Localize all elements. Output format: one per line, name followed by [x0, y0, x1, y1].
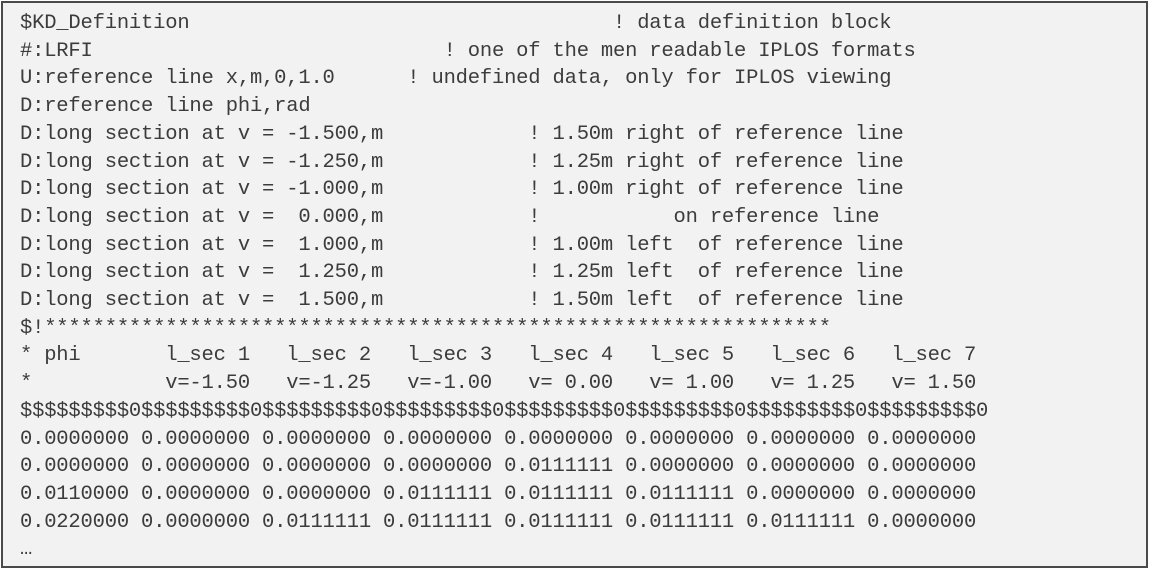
- code-line-format: #:LRFI ! one of the men readable IPLOS f…: [20, 39, 916, 63]
- code-line-long-section: D:long section at v = 1.500,m ! 1.50m le…: [20, 289, 904, 313]
- code-line-column-header: * phi l_sec 1 l_sec 2 l_sec 3 l_sec 4 l_…: [20, 344, 977, 368]
- code-line-data-row: 0.0000000 0.0000000 0.0000000 0.0000000 …: [20, 427, 977, 451]
- code-line-column-subheader: * v=-1.50 v=-1.25 v=-1.00 v= 0.00 v= 1.0…: [20, 372, 977, 396]
- code-line-separator: $!**************************************…: [20, 316, 831, 340]
- code-line-long-section: D:long section at v = -1.500,m ! 1.50m r…: [20, 122, 904, 146]
- code-line-undefined-data: U:reference line x,m,0,1.0 ! undefined d…: [20, 67, 892, 91]
- code-line-reference-phi: D:reference line phi,rad: [20, 95, 311, 119]
- code-line-long-section: D:long section at v = 1.250,m ! 1.25m le…: [20, 261, 904, 285]
- code-line-long-section: D:long section at v = -1.250,m ! 1.25m r…: [20, 150, 904, 174]
- code-line-long-section: D:long section at v = -1.000,m ! 1.00m r…: [20, 178, 904, 202]
- code-line-kd-definition: $KD_Definition ! data definition block: [20, 12, 892, 35]
- code-line-ellipsis: …: [20, 538, 33, 562]
- code-line-long-section: D:long section at v = 0.000,m ! on refer…: [20, 205, 880, 229]
- code-line-format-mask: $$$$$$$$$0$$$$$$$$$0$$$$$$$$$0$$$$$$$$$0…: [20, 399, 989, 423]
- code-line-long-section: D:long section at v = 1.000,m ! 1.00m le…: [20, 233, 904, 257]
- code-line-data-row: 0.0110000 0.0000000 0.0000000 0.0111111 …: [20, 482, 977, 506]
- code-listing: $KD_Definition ! data definition block #…: [1, 1, 1148, 568]
- code-line-data-row: 0.0000000 0.0000000 0.0000000 0.0000000 …: [20, 455, 977, 479]
- code-line-data-row: 0.0220000 0.0000000 0.0111111 0.0111111 …: [20, 510, 977, 534]
